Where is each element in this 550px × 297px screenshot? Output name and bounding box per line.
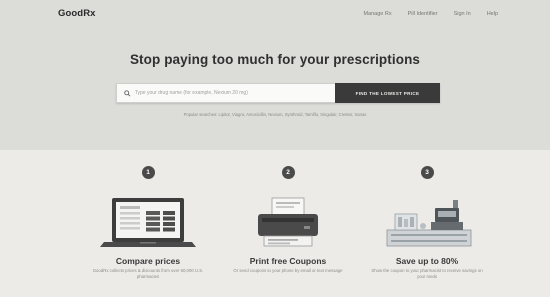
step-title: Compare prices: [115, 256, 181, 266]
search-input[interactable]: [130, 90, 335, 96]
step-description: GoodRx collects prices & discounts from …: [92, 268, 204, 279]
step-number-badge: 2: [281, 166, 295, 179]
laptop-price-list-icon: [100, 198, 196, 247]
page-title: Stop paying too much for your prescripti…: [129, 52, 421, 67]
how-it-works: 1 Compare prices GoodRx collects prices …: [0, 150, 550, 297]
popular-searches: Popular searches: Lipitor, Viagra, Amoxi…: [183, 112, 367, 117]
nav-item-sign-in[interactable]: Sign In: [454, 11, 471, 17]
search-bar: FIND THE LOWEST PRICE: [116, 83, 440, 103]
hero-section: GoodRx Manage Rx Pill Identifier Sign In…: [0, 0, 550, 150]
nav-item-pill-identifier[interactable]: Pill Identifier: [408, 11, 438, 17]
find-lowest-price-button[interactable]: FIND THE LOWEST PRICE: [335, 83, 440, 103]
logo[interactable]: GoodRx: [58, 8, 96, 19]
printer-icon: [258, 197, 318, 247]
pharmacy-register-icon: [386, 200, 472, 247]
step-title: Print free Coupons: [249, 256, 327, 266]
top-nav: Manage Rx Pill Identifier Sign In Help: [363, 11, 498, 17]
search-icon: [124, 89, 131, 97]
step-number-badge: 3: [420, 166, 434, 179]
nav-item-manage-rx[interactable]: Manage Rx: [363, 11, 391, 17]
nav-item-help[interactable]: Help: [487, 11, 498, 17]
step-title: Save up to 80%: [395, 256, 459, 266]
step-description: Show the coupon to your pharmacist to re…: [371, 268, 483, 279]
page: GoodRx Manage Rx Pill Identifier Sign In…: [0, 0, 550, 297]
search-field[interactable]: [116, 83, 335, 103]
step-description: Or send coupons to your phone by email o…: [233, 268, 343, 273]
step-number-badge: 1: [141, 166, 155, 179]
